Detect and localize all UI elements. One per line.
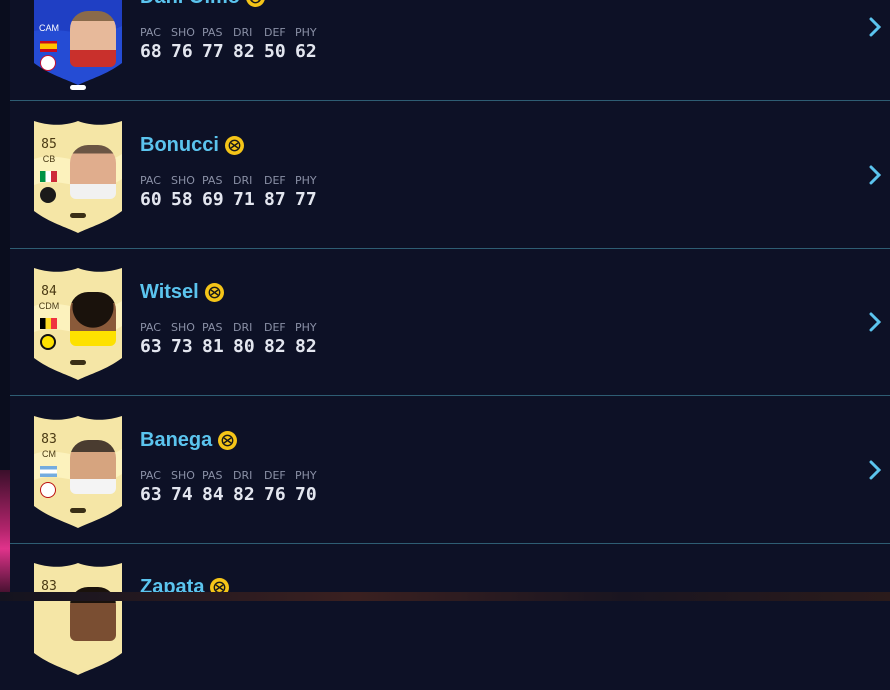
stat-def: DEF 50 bbox=[264, 26, 286, 62]
stat-def: DEF 82 bbox=[264, 321, 286, 357]
card-rating: 85 bbox=[41, 137, 57, 152]
background-bottom-strip bbox=[0, 592, 890, 601]
chemistry-icon bbox=[204, 282, 224, 302]
player-name: Dani Olmo bbox=[140, 0, 240, 9]
stat-phy: PHY 70 bbox=[295, 469, 317, 505]
card-position: CDM bbox=[38, 301, 60, 311]
player-portrait bbox=[70, 292, 116, 346]
stat-pas: PAS 81 bbox=[202, 321, 224, 357]
player-card: CAM bbox=[32, 0, 124, 90]
chemistry-icon bbox=[218, 430, 238, 450]
stat-dri: DRI 71 bbox=[233, 174, 255, 210]
stat-pac: PAC 63 bbox=[140, 469, 162, 505]
stat-sho: SHO 73 bbox=[171, 321, 195, 357]
chemistry-icon bbox=[224, 135, 244, 155]
stat-pac: PAC 63 bbox=[140, 321, 162, 357]
card-rating: 84 bbox=[41, 284, 57, 299]
stat-pas: PAS 84 bbox=[202, 469, 224, 505]
stat-phy: PHY 77 bbox=[295, 174, 317, 210]
player-portrait bbox=[70, 440, 116, 494]
chevron-right-icon[interactable] bbox=[868, 312, 882, 332]
player-card: 84 CDM bbox=[32, 266, 124, 381]
player-card: 83 CM bbox=[32, 414, 124, 529]
player-name: Bonucci bbox=[140, 133, 219, 156]
player-stats: PAC 60 SHO 58 PAS 69 DRI 71 DEF 87 PHY 77 bbox=[140, 174, 326, 211]
player-name-line: Banega bbox=[140, 427, 238, 453]
boot-icon bbox=[70, 85, 86, 90]
stat-sho: SHO 74 bbox=[171, 469, 195, 505]
stat-pas: PAS 77 bbox=[202, 26, 224, 62]
boot-icon bbox=[70, 213, 86, 218]
player-name: Witsel bbox=[140, 280, 199, 303]
stat-phy: PHY 62 bbox=[295, 26, 317, 62]
belgium-flag-icon bbox=[40, 318, 57, 329]
player-card: 83 bbox=[32, 561, 124, 676]
left-edge-strip bbox=[0, 0, 10, 601]
player-row-witsel[interactable]: 84 CDM Witsel PAC 63 SHO 73 PAS 81 DRI 80 DE… bbox=[10, 248, 890, 396]
boot-icon bbox=[70, 508, 86, 513]
background-accent bbox=[0, 470, 10, 601]
stat-sho: SHO 76 bbox=[171, 26, 195, 62]
rb-leipzig-crest-icon bbox=[40, 55, 56, 71]
argentina-flag-icon bbox=[40, 466, 57, 477]
chevron-right-icon[interactable] bbox=[868, 460, 882, 480]
stat-dri: DRI 82 bbox=[233, 469, 255, 505]
chevron-right-icon[interactable] bbox=[868, 165, 882, 185]
italy-flag-icon bbox=[40, 171, 57, 182]
player-list: CAM Dani Olmo PAC68 SHO76 PAS77 DRI82 DE… bbox=[10, 0, 890, 675]
card-position: CAM bbox=[39, 23, 59, 33]
player-row-dani-olmo[interactable]: CAM Dani Olmo PAC68 SHO76 PAS77 DRI82 DE… bbox=[10, 0, 890, 101]
player-row-banega[interactable]: 83 CM Banega PAC 63 SHO 74 PAS 84 DRI 82 DEF… bbox=[10, 396, 890, 544]
card-rating: 83 bbox=[41, 432, 57, 447]
stat-def: DEF 87 bbox=[264, 174, 286, 210]
player-portrait bbox=[70, 145, 116, 199]
player-name-line: Bonucci bbox=[140, 132, 244, 158]
player-stats: PAC 68 SHO 76 PAS 77 DRI 82 DEF 50 PHY 62 bbox=[140, 26, 326, 63]
card-position: CB bbox=[42, 154, 56, 164]
stat-pas: PAS 69 bbox=[202, 174, 224, 210]
player-name: Banega bbox=[140, 428, 213, 451]
player-portrait bbox=[70, 11, 116, 67]
player-name-line: Witsel bbox=[140, 279, 224, 305]
stat-pac: PAC 60 bbox=[140, 174, 162, 210]
chemistry-icon bbox=[246, 0, 266, 7]
stat-sho: SHO 58 bbox=[171, 174, 195, 210]
stat-phy: PHY 82 bbox=[295, 321, 317, 357]
al-shabab-crest-icon bbox=[40, 482, 56, 498]
player-stats: PAC 63 SHO 73 PAS 81 DRI 80 DEF 82 PHY 82 bbox=[140, 321, 326, 358]
player-row-bonucci[interactable]: 85 CB Bonucci PAC 60 SHO 58 PAS 69 DRI 71 DE… bbox=[10, 101, 890, 249]
stat-dri: DRI 82 bbox=[233, 26, 255, 62]
stat-pac: PAC 68 bbox=[140, 26, 162, 62]
stat-dri: DRI 80 bbox=[233, 321, 255, 357]
player-stats: PAC 63 SHO 74 PAS 84 DRI 82 DEF 76 PHY 70 bbox=[140, 469, 326, 506]
player-name-line: Dani Olmo bbox=[140, 0, 266, 10]
boot-icon bbox=[70, 360, 86, 365]
player-card: 85 CB bbox=[32, 119, 124, 234]
chevron-right-icon[interactable] bbox=[868, 17, 882, 37]
player-row-zapata[interactable]: 83 Zapata bbox=[10, 543, 890, 690]
juventus-crest-icon bbox=[40, 187, 56, 203]
card-position: CM bbox=[42, 449, 56, 459]
bvb-crest-icon bbox=[40, 334, 56, 350]
spain-flag-icon bbox=[40, 41, 57, 52]
stat-def: DEF 76 bbox=[264, 469, 286, 505]
